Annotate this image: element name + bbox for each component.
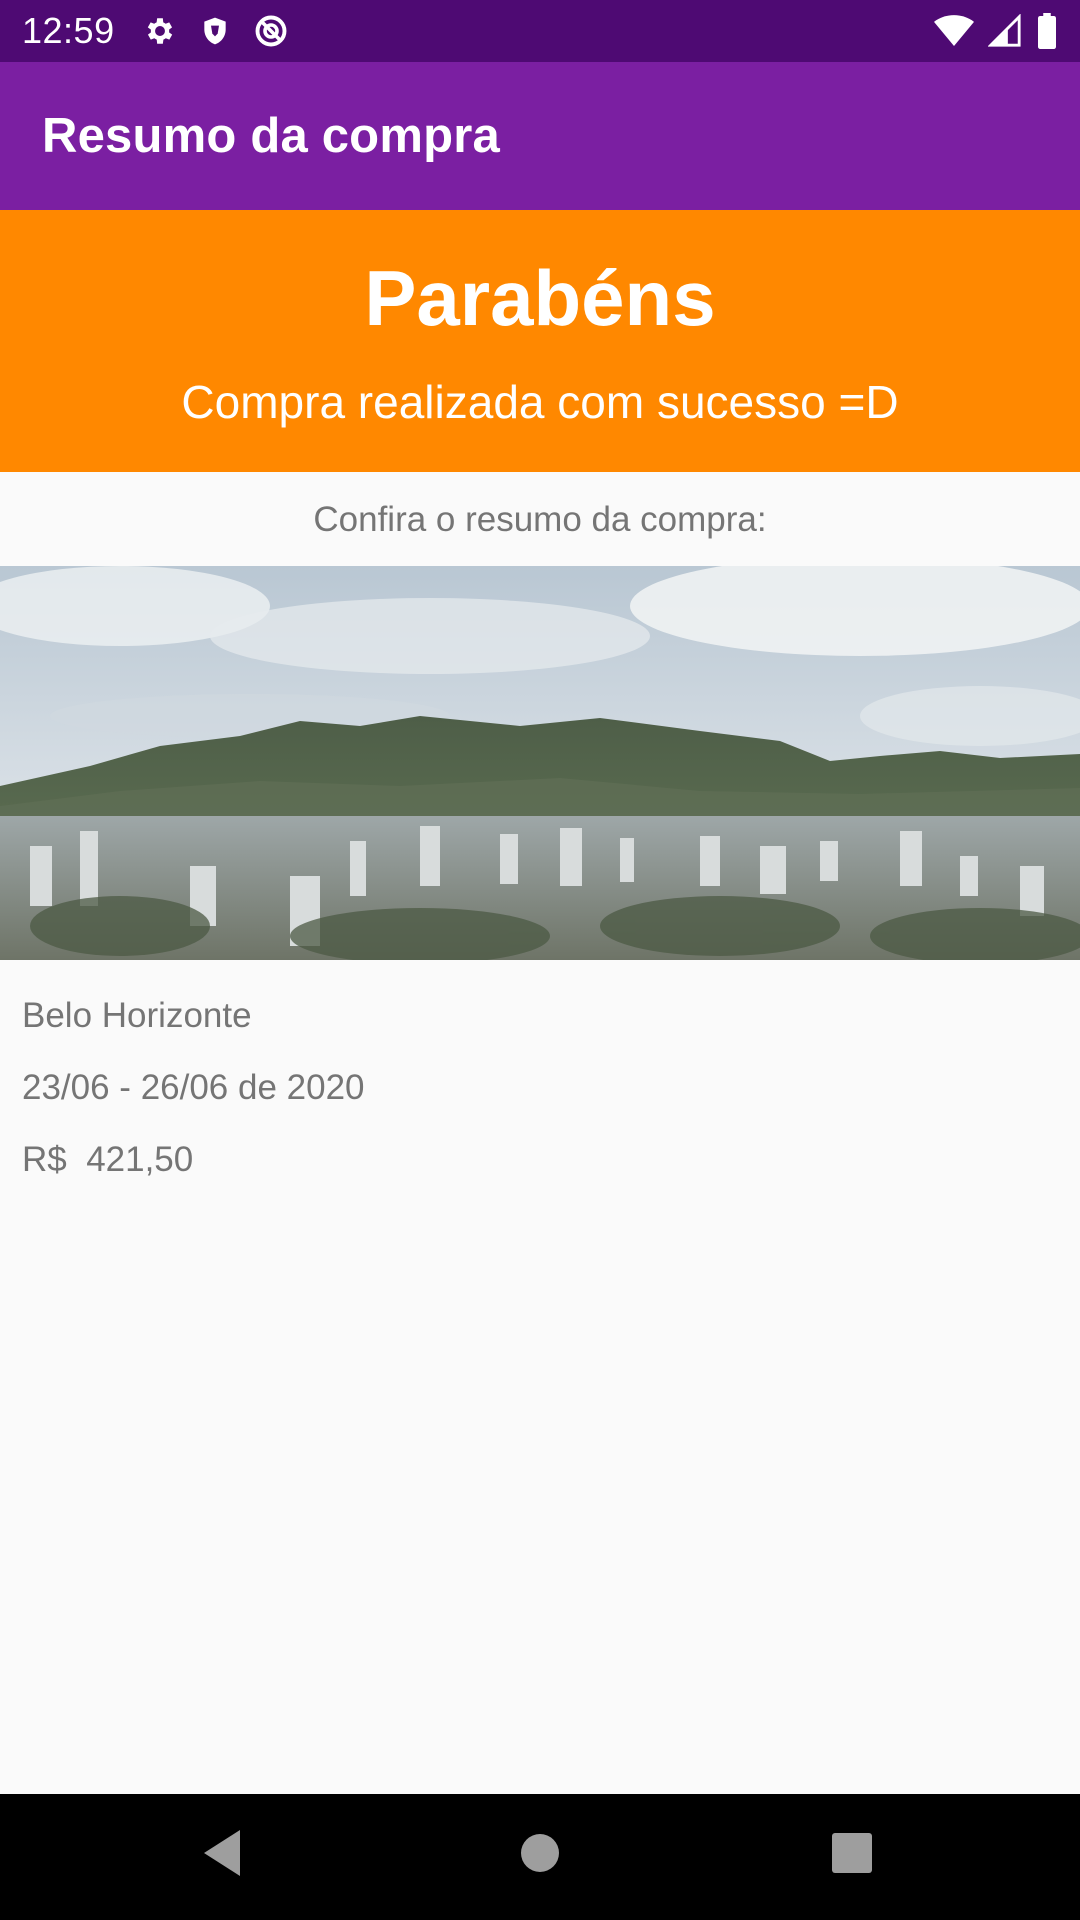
banner-subtitle: Compra realizada com sucesso =D: [181, 376, 899, 428]
total-price: R$ 421,50: [22, 1140, 194, 1179]
city-skyline-photo: [0, 566, 1080, 960]
shield-icon: [203, 17, 226, 45]
app-bar: Resumo da compra: [0, 62, 1080, 210]
banner-title: Parabéns: [364, 254, 716, 342]
system-nav-bar: [0, 1794, 1080, 1920]
wifi-icon: [934, 15, 974, 46]
home-icon[interactable]: [518, 1828, 562, 1878]
recents-icon[interactable]: [830, 1828, 874, 1878]
summary-caption: Confira o resumo da compra:: [313, 500, 767, 539]
status-icons-left: [143, 13, 289, 49]
back-icon[interactable]: [200, 1828, 244, 1878]
signal-icon: [988, 14, 1021, 47]
status-icons-right: [934, 13, 1058, 49]
page-title: Resumo da compra: [42, 109, 500, 163]
purchase-summary-screen: 12:59 Resumo da compra Parabéns Compra r…: [0, 0, 1080, 1920]
success-banner: Parabéns Compra realizada com sucesso =D: [0, 210, 1080, 472]
status-time: 12:59: [22, 10, 115, 51]
gear-icon: [147, 18, 172, 44]
travel-dates: 23/06 - 26/06 de 2020: [22, 1068, 365, 1107]
status-bar: 12:59: [0, 0, 1080, 62]
purchase-details: Belo Horizonte 23/06 - 26/06 de 2020 R$ …: [22, 980, 365, 1196]
do-not-disturb-icon: [255, 15, 287, 47]
city-skyline-image: [0, 566, 1080, 960]
battery-icon: [1038, 13, 1056, 49]
destination-name: Belo Horizonte: [22, 996, 252, 1035]
